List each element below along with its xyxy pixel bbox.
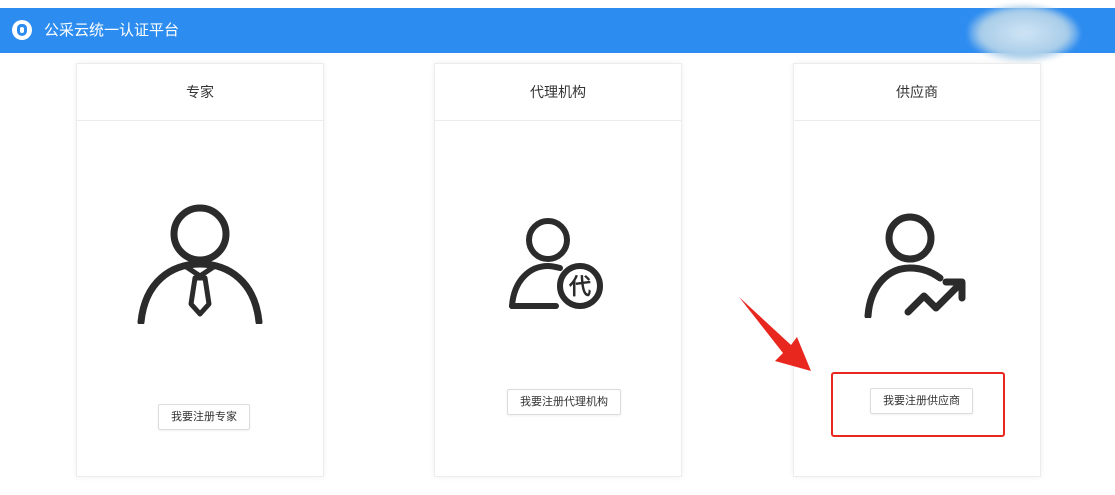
register-expert-button[interactable]: 我要注册专家 [158,404,250,430]
expert-person-tie-icon [137,204,263,324]
agency-badge-char: 代 [568,275,591,300]
blurred-user-area [968,4,1080,62]
platform-logo-icon [12,20,32,40]
register-agency-button[interactable]: 我要注册代理机构 [507,389,621,415]
highlight-box [831,372,1005,437]
red-arrow-icon [739,297,811,371]
card-agency-title: 代理机构 [435,64,681,121]
top-header: 公采云统一认证平台 [0,8,1115,53]
card-agency: 代理机构 代 我要注册代理机构 [434,63,682,477]
supplier-person-trend-icon [864,213,966,318]
agency-person-badge-icon: 代 [509,218,603,309]
card-expert: 专家 我要注册专家 [76,63,324,477]
card-expert-title: 专家 [77,64,323,121]
app-title: 公采云统一认证平台 [44,21,180,39]
card-supplier-title: 供应商 [794,64,1040,121]
